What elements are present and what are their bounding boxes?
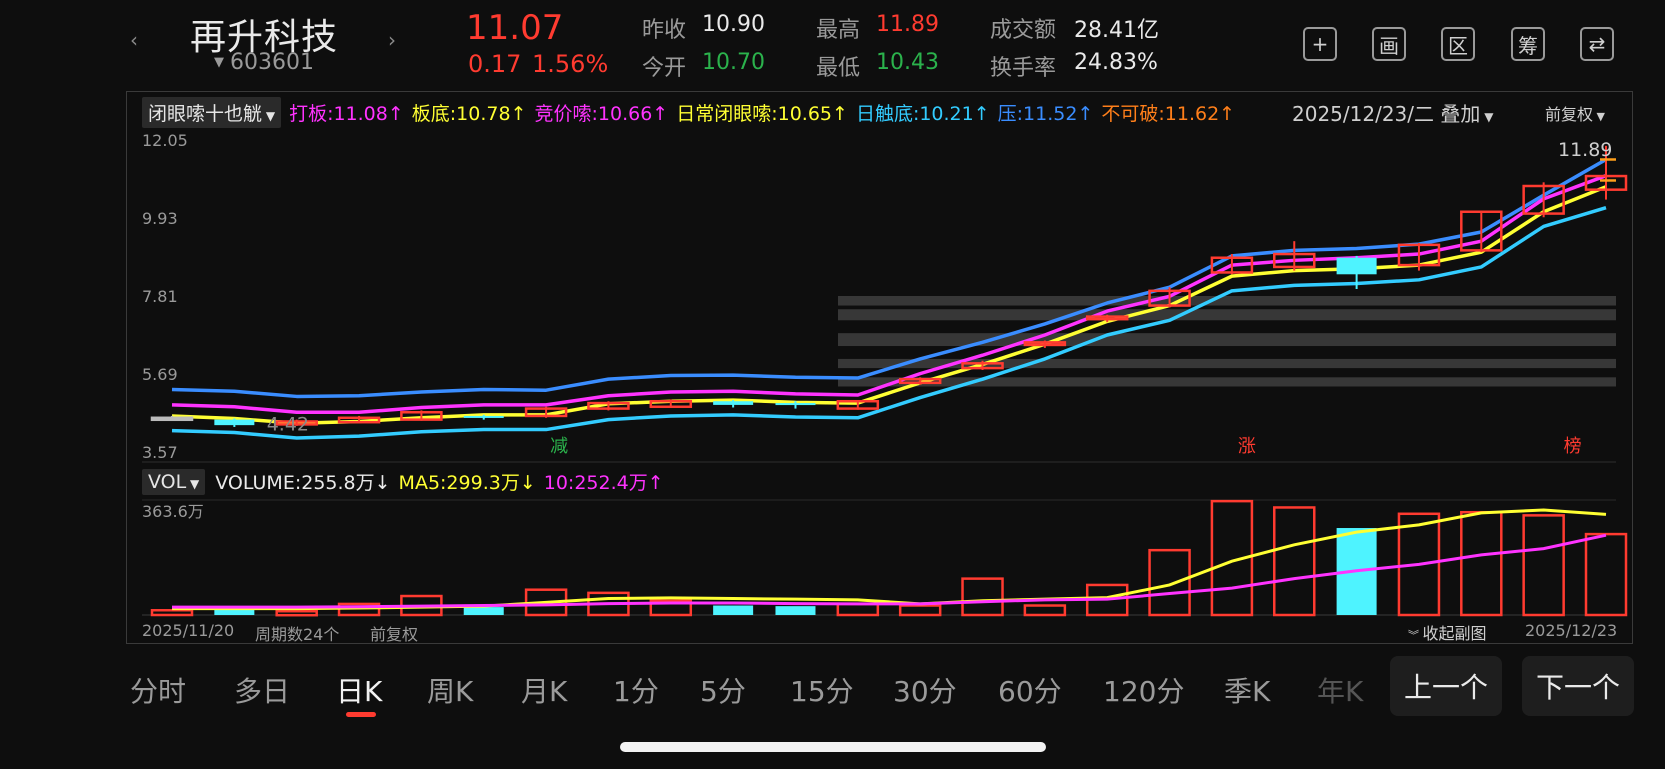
- ma-line-3: [171, 206, 1607, 440]
- candle-body: [1336, 257, 1377, 275]
- prev-button[interactable]: 上一个: [1390, 656, 1502, 716]
- candle-body: [463, 415, 504, 418]
- volume-ma10-line: [172, 533, 1607, 609]
- period-count: 周期数24个: [255, 625, 340, 644]
- tab-日K[interactable]: 日K: [336, 670, 382, 710]
- tab-季K[interactable]: 季K: [1224, 670, 1270, 710]
- volume-dropdown-label: VOL: [148, 470, 187, 493]
- collapse-subchart-button[interactable]: ︾ 收起副图: [1408, 620, 1487, 644]
- tab-周K[interactable]: 周K: [427, 670, 473, 710]
- collapse-label: 收起副图: [1422, 624, 1487, 643]
- y-tick-label: 7.81: [142, 287, 178, 306]
- event-marker: 涨: [1238, 436, 1256, 457]
- tab-30分[interactable]: 30分: [893, 670, 957, 710]
- y-tick-label: 12.05: [142, 131, 188, 150]
- volume-bar: [836, 602, 880, 617]
- volume-bar: [1273, 506, 1316, 617]
- tab-1分[interactable]: 1分: [613, 670, 659, 710]
- volume-bar: [713, 605, 754, 615]
- support-zone: [838, 296, 1616, 306]
- volume-values: VOLUME:255.8万↓ MA5:299.3万↓ 10:252.4万↑: [215, 468, 663, 495]
- tab-年K[interactable]: 年K: [1317, 670, 1363, 710]
- tab-5分[interactable]: 5分: [700, 670, 746, 710]
- tab-分时[interactable]: 分时: [130, 670, 186, 710]
- volume-bar: [961, 577, 1004, 617]
- y-tick-label: 5.69: [142, 365, 178, 384]
- volume-bar: [898, 604, 942, 617]
- active-tab-indicator: [346, 712, 376, 717]
- y-tick-label: 3.57: [142, 443, 178, 462]
- chevron-double-down-icon: ︾: [1408, 629, 1423, 642]
- volume-value: VOLUME:255.8万↓: [215, 472, 391, 494]
- tab-多日[interactable]: 多日: [234, 670, 290, 710]
- volume-bar: [275, 609, 318, 617]
- volume-bar: [1584, 532, 1628, 617]
- event-marker: 减: [550, 436, 568, 457]
- volume-bar: [150, 609, 194, 617]
- event-marker: 榜: [1564, 436, 1582, 457]
- ma-line-1: [171, 174, 1607, 415]
- candle-body: [775, 403, 816, 406]
- tab-15分[interactable]: 15分: [790, 670, 854, 710]
- volume-ma5-line: [172, 508, 1607, 611]
- volume-bar: [463, 607, 504, 615]
- volume-bar: [775, 606, 816, 615]
- volume-bar: [1023, 604, 1067, 617]
- volume-bar: [1460, 510, 1503, 617]
- volume-dropdown[interactable]: VOL ▼: [142, 468, 206, 495]
- support-zone: [838, 377, 1616, 387]
- volume-y-max-label: 363.6万: [142, 502, 204, 521]
- next-button[interactable]: 下一个: [1522, 656, 1634, 716]
- volume-bar: [1148, 548, 1191, 617]
- candle-body: [713, 401, 754, 405]
- start-date: 2025/11/20: [142, 621, 235, 640]
- home-indicator[interactable]: [620, 742, 1046, 752]
- y-tick-label: 9.93: [142, 209, 178, 228]
- support-zone: [838, 333, 1616, 347]
- candle-body: [150, 416, 194, 422]
- end-date: 2025/12/23: [1525, 621, 1618, 640]
- tab-月K[interactable]: 月K: [521, 670, 567, 710]
- candle-body: [214, 419, 255, 426]
- support-zone: [838, 309, 1616, 321]
- tab-60分[interactable]: 60分: [998, 670, 1062, 710]
- volume-value: MA5:299.3万↓: [398, 472, 536, 494]
- caret-down-icon: ▼: [186, 476, 200, 491]
- max-price-label: 11.89: [1558, 139, 1612, 161]
- volume-value: 10:252.4万↑: [543, 472, 664, 494]
- volume-indicator-bar: VOL ▼ VOLUME:255.8万↓ MA5:299.3万↓ 10:252.4万…: [142, 468, 664, 495]
- footer-adjust: 前复权: [370, 625, 419, 644]
- min-price-label: 4.42: [267, 414, 309, 436]
- tab-120分[interactable]: 120分: [1103, 670, 1184, 710]
- candlestick-chart[interactable]: 12.05 9.93 7.81 5.69 3.57 11.89 4.42 减 涨 榜 363.6万: [0, 0, 1665, 769]
- volume-bar: [1522, 514, 1565, 617]
